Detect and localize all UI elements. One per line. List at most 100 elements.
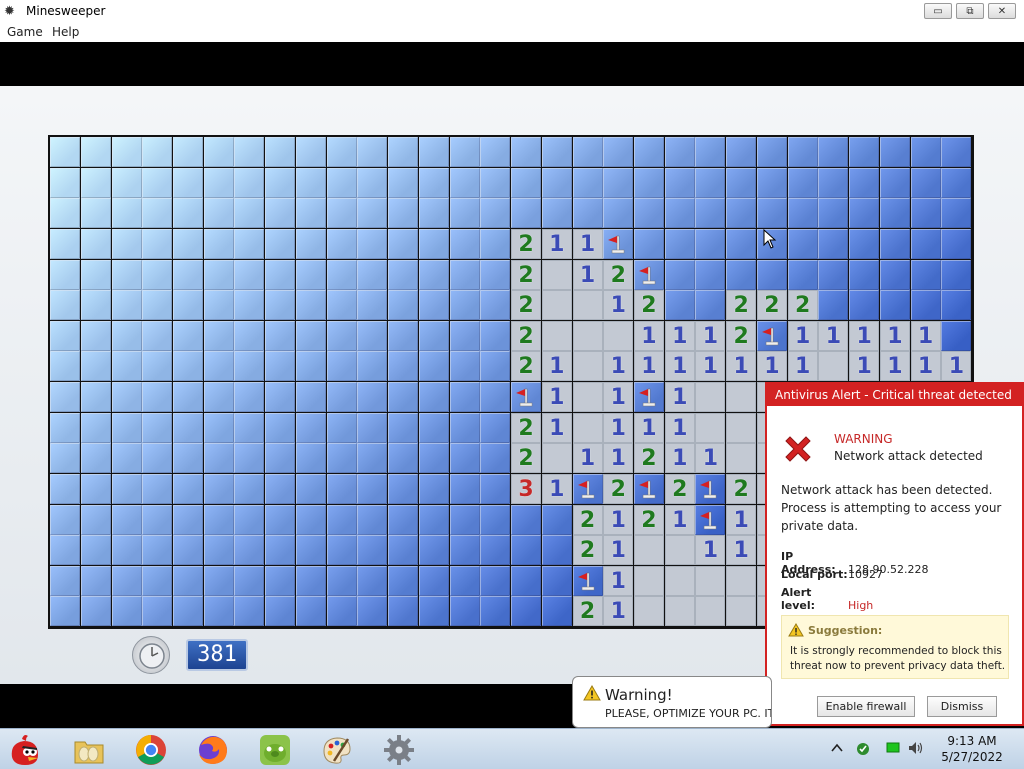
covered-cell[interactable] xyxy=(203,412,234,443)
covered-cell[interactable] xyxy=(357,320,388,351)
covered-cell[interactable] xyxy=(80,565,111,596)
covered-cell[interactable] xyxy=(388,167,419,198)
covered-cell[interactable] xyxy=(541,565,572,596)
covered-cell[interactable] xyxy=(80,320,111,351)
covered-cell[interactable] xyxy=(941,259,972,290)
empty-cell[interactable] xyxy=(818,351,849,382)
number-cell[interactable]: 1 xyxy=(879,320,910,351)
number-cell[interactable]: 1 xyxy=(603,412,634,443)
covered-cell[interactable] xyxy=(818,198,849,229)
covered-cell[interactable] xyxy=(111,167,142,198)
number-cell[interactable]: 1 xyxy=(818,320,849,351)
covered-cell[interactable] xyxy=(295,412,326,443)
covered-cell[interactable] xyxy=(265,228,296,259)
number-cell[interactable]: 1 xyxy=(603,596,634,627)
covered-cell[interactable] xyxy=(80,443,111,474)
number-cell[interactable]: 2 xyxy=(572,535,603,566)
volume-icon[interactable] xyxy=(908,741,924,755)
covered-cell[interactable] xyxy=(633,228,664,259)
covered-cell[interactable] xyxy=(172,351,203,382)
covered-cell[interactable] xyxy=(388,382,419,412)
number-cell[interactable]: 1 xyxy=(603,382,634,412)
covered-cell[interactable] xyxy=(80,535,111,566)
covered-cell[interactable] xyxy=(449,443,480,474)
empty-cell[interactable] xyxy=(541,443,572,474)
covered-cell[interactable] xyxy=(142,137,173,167)
covered-cell[interactable] xyxy=(111,535,142,566)
covered-cell[interactable] xyxy=(295,535,326,566)
empty-cell[interactable] xyxy=(541,259,572,290)
covered-cell[interactable] xyxy=(111,473,142,504)
covered-cell[interactable] xyxy=(480,259,511,290)
covered-cell[interactable] xyxy=(388,320,419,351)
covered-cell[interactable] xyxy=(418,412,449,443)
covered-cell[interactable] xyxy=(295,228,326,259)
paint-icon[interactable] xyxy=(320,733,354,767)
covered-cell[interactable] xyxy=(234,228,265,259)
covered-cell[interactable] xyxy=(357,412,388,443)
covered-cell[interactable] xyxy=(203,320,234,351)
covered-cell[interactable] xyxy=(203,167,234,198)
covered-cell[interactable] xyxy=(449,382,480,412)
covered-cell[interactable] xyxy=(480,167,511,198)
covered-cell[interactable] xyxy=(265,412,296,443)
covered-cell[interactable] xyxy=(203,596,234,627)
covered-cell[interactable] xyxy=(910,198,941,229)
restore-button[interactable]: ⧉ xyxy=(956,3,984,19)
warning-toast[interactable]: Warning! PLEASE, OPTIMIZE YOUR PC. IT xyxy=(572,676,772,728)
number-cell[interactable]: 2 xyxy=(726,290,757,321)
covered-cell[interactable] xyxy=(480,320,511,351)
covered-cell[interactable] xyxy=(849,290,880,321)
covered-cell[interactable] xyxy=(418,443,449,474)
covered-cell[interactable] xyxy=(80,412,111,443)
number-cell[interactable]: 1 xyxy=(664,382,695,412)
covered-cell[interactable] xyxy=(449,198,480,229)
covered-cell[interactable] xyxy=(80,382,111,412)
covered-cell[interactable] xyxy=(357,198,388,229)
covered-cell[interactable] xyxy=(664,137,695,167)
flagged-cell[interactable] xyxy=(695,473,726,504)
covered-cell[interactable] xyxy=(265,167,296,198)
empty-cell[interactable] xyxy=(726,443,757,474)
covered-cell[interactable] xyxy=(879,167,910,198)
covered-cell[interactable] xyxy=(418,290,449,321)
number-cell[interactable]: 2 xyxy=(726,320,757,351)
covered-cell[interactable] xyxy=(265,473,296,504)
covered-cell[interactable] xyxy=(357,535,388,566)
covered-cell[interactable] xyxy=(449,565,480,596)
number-cell[interactable]: 1 xyxy=(879,351,910,382)
covered-cell[interactable] xyxy=(849,259,880,290)
covered-cell[interactable] xyxy=(388,137,419,167)
security-shield-tray-icon[interactable] xyxy=(855,741,871,757)
covered-cell[interactable] xyxy=(357,382,388,412)
covered-cell[interactable] xyxy=(418,228,449,259)
empty-cell[interactable] xyxy=(572,320,603,351)
covered-cell[interactable] xyxy=(80,228,111,259)
show-hidden-icons-chevron-icon[interactable] xyxy=(830,741,844,755)
covered-cell[interactable] xyxy=(357,167,388,198)
covered-cell[interactable] xyxy=(203,473,234,504)
covered-cell[interactable] xyxy=(511,137,542,167)
covered-cell[interactable] xyxy=(142,443,173,474)
covered-cell[interactable] xyxy=(388,290,419,321)
covered-cell[interactable] xyxy=(787,198,818,229)
number-cell[interactable]: 1 xyxy=(726,504,757,535)
covered-cell[interactable] xyxy=(357,259,388,290)
covered-cell[interactable] xyxy=(80,596,111,627)
covered-cell[interactable] xyxy=(603,137,634,167)
gear-app-icon[interactable] xyxy=(382,733,416,767)
number-cell[interactable]: 1 xyxy=(633,412,664,443)
covered-cell[interactable] xyxy=(388,259,419,290)
empty-cell[interactable] xyxy=(603,320,634,351)
flagged-cell[interactable] xyxy=(633,259,664,290)
number-cell[interactable]: 2 xyxy=(511,351,542,382)
covered-cell[interactable] xyxy=(111,504,142,535)
covered-cell[interactable] xyxy=(80,137,111,167)
empty-cell[interactable] xyxy=(695,565,726,596)
covered-cell[interactable] xyxy=(265,351,296,382)
covered-cell[interactable] xyxy=(726,259,757,290)
covered-cell[interactable] xyxy=(234,290,265,321)
number-cell[interactable]: 2 xyxy=(633,443,664,474)
covered-cell[interactable] xyxy=(357,351,388,382)
covered-cell[interactable] xyxy=(50,167,81,198)
